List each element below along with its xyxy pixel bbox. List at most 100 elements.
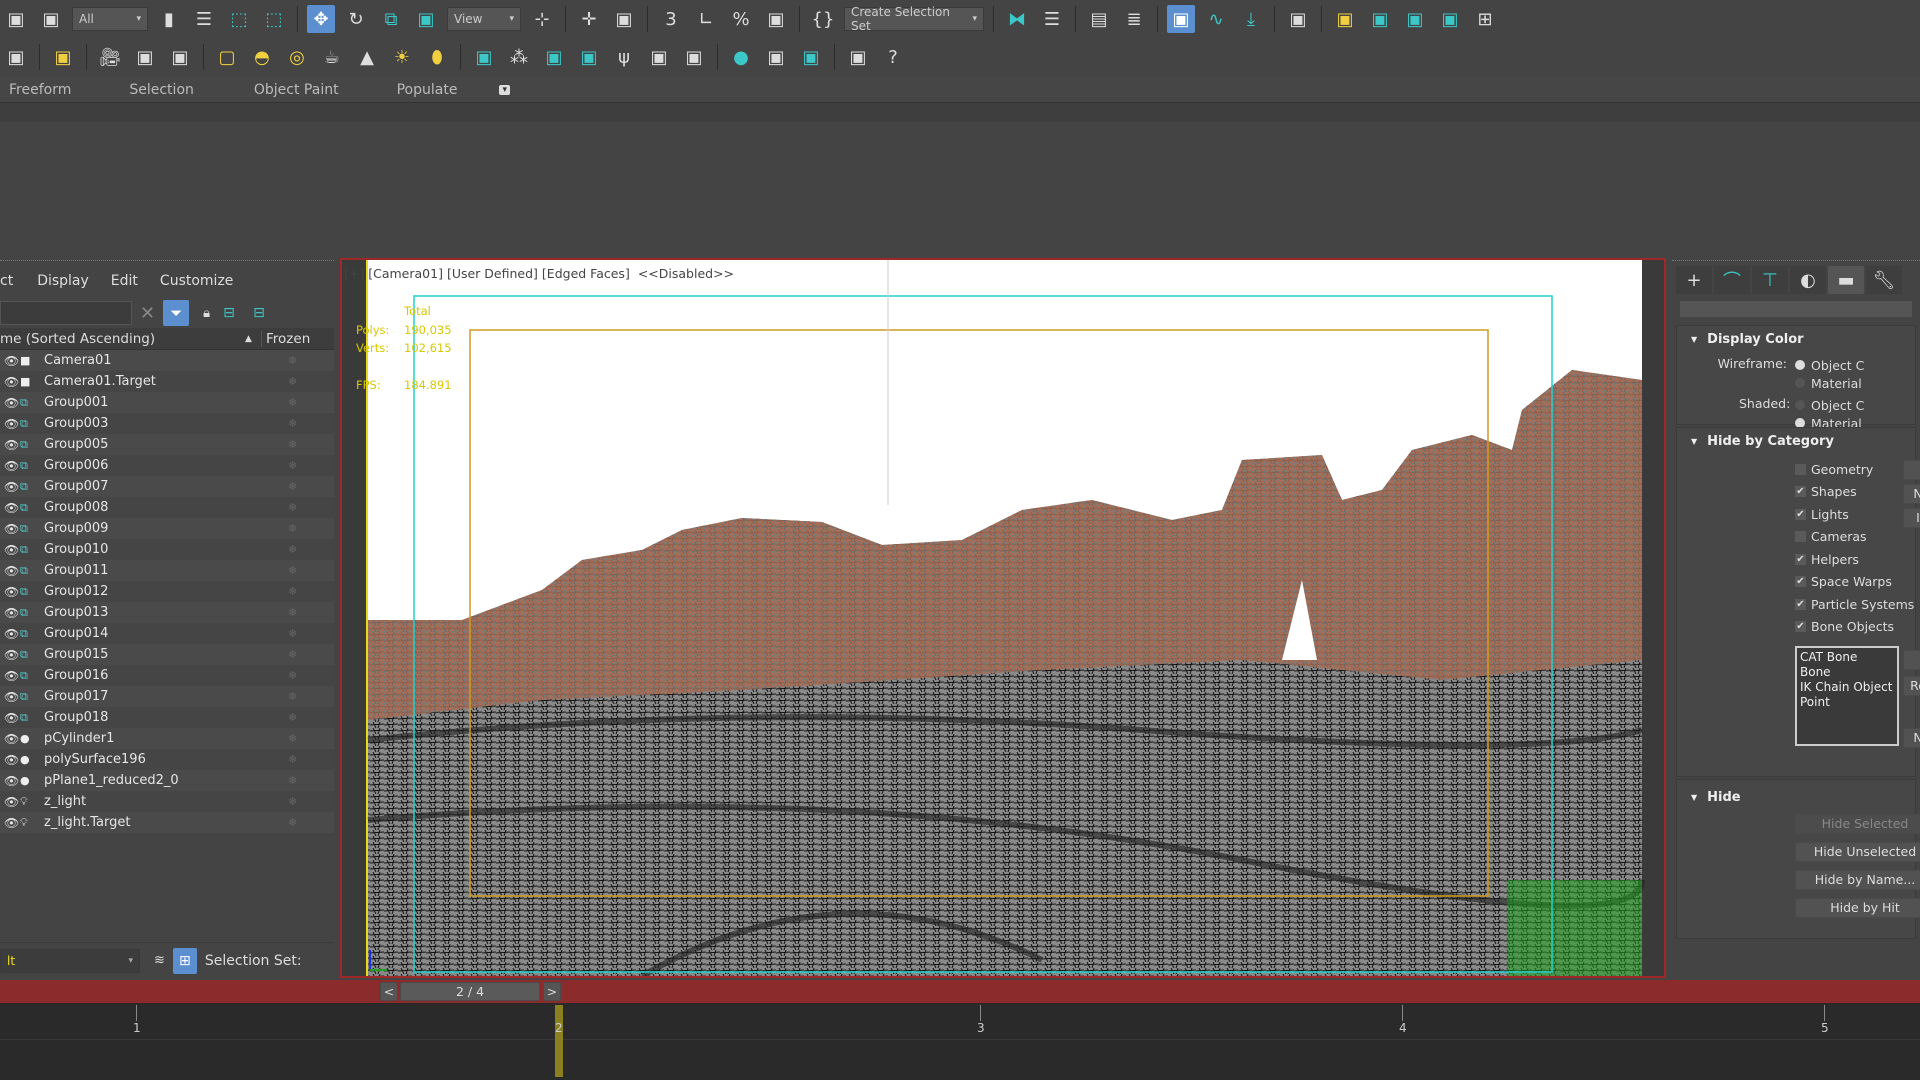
menu-select[interactable]: ct [0,273,13,289]
proxy-icon[interactable]: ▣ [540,43,568,71]
frozen-toggle-icon[interactable]: ❄ [288,417,297,430]
frozen-toggle-icon[interactable]: ❄ [288,690,297,703]
outliner-row[interactable]: 👁︎ ⧉ Group008 ❄ [0,497,334,518]
select-and-rotate-icon[interactable]: ↻ [342,5,370,33]
select-by-name-icon[interactable]: ☰ [190,5,218,33]
snaps-toggle-icon[interactable]: 3 [657,5,685,33]
outliner-row[interactable]: 👁︎ ⧉ Group017 ❄ [0,686,334,707]
category-list-item[interactable]: IK Chain Object [1800,680,1894,695]
ribbon-tab-populate[interactable]: Populate [397,82,458,98]
spinner-snap-icon[interactable]: ▣ [762,5,790,33]
render-setup-icon[interactable]: ▣ [1331,5,1359,33]
checkbox[interactable] [1795,463,1806,475]
list-button[interactable] [1903,650,1920,670]
frozen-toggle-icon[interactable]: ❄ [288,480,297,493]
viewport-disabled-label[interactable]: <<Disabled>> [638,266,734,281]
camera-target-icon[interactable]: ▣ [131,43,159,71]
tab-utilities-icon[interactable]: 🔧︎ [1866,266,1902,294]
outliner-row[interactable]: 👁︎ ■ Camera01.Target ❄ [0,371,334,392]
visibility-eye-icon[interactable]: 👁︎ [0,627,20,641]
camera-icon[interactable]: 🎥︎ [96,43,124,71]
select-object-icon[interactable]: ▮ [155,5,183,33]
frozen-toggle-icon[interactable]: ❄ [288,438,297,451]
object-name-field[interactable] [1680,301,1912,317]
rendered-frame-window-icon[interactable]: ▣ [1366,5,1394,33]
rectangular-selection-icon[interactable]: ⬚ [225,5,253,33]
visibility-eye-icon[interactable]: 👁︎ [0,522,20,536]
list-button[interactable]: Re [1903,676,1920,696]
select-and-scale-icon[interactable]: ⧉ [377,5,405,33]
filter-icon[interactable]: ⏷ [163,300,190,326]
outliner-row[interactable]: 👁︎ ⧉ Group012 ❄ [0,581,334,602]
frozen-toggle-icon[interactable]: ❄ [288,711,297,724]
rollout-title[interactable]: Hide by Category [1707,434,1834,449]
outliner-row[interactable]: 👁︎ ⧉ Group016 ❄ [0,665,334,686]
frozen-toggle-icon[interactable]: ❄ [288,774,297,787]
ribbon-tab-freeform[interactable]: Freeform [9,82,71,98]
visibility-eye-icon[interactable]: 👁︎ [0,375,20,389]
visibility-eye-icon[interactable]: 👁︎ [0,459,20,473]
hide-unselected-button[interactable]: Hide Unselected [1795,842,1920,862]
tab-create-icon[interactable]: + [1676,266,1712,294]
percent-snap-icon[interactable]: % [727,5,755,33]
visibility-eye-icon[interactable]: 👁︎ [0,795,20,809]
reference-coordinate-dropdown[interactable]: View ▾ [447,7,521,31]
layer-explorer-icon[interactable]: ≣ [1120,5,1148,33]
schematic-view-icon[interactable]: ⤓ [1237,5,1265,33]
visibility-eye-icon[interactable]: 👁︎ [0,690,20,704]
hierarchy-collapse-icon[interactable]: ⊟ [248,299,270,327]
visibility-eye-icon[interactable]: 👁︎ [0,774,20,788]
rollout-title[interactable]: Hide [1707,790,1740,805]
frozen-toggle-icon[interactable]: ❄ [288,354,297,367]
menu-customize[interactable]: Customize [160,273,234,289]
visibility-eye-icon[interactable]: 👁︎ [0,732,20,746]
ribbon-tab-object-paint[interactable]: Object Paint [254,82,339,98]
selection-filter-dropdown[interactable]: All ▾ [72,7,148,31]
viewport-edged-faces-menu[interactable]: [Edged Faces] [542,266,630,281]
outliner-row[interactable]: 👁︎ 💡︎ z_light ❄ [0,791,334,812]
help-icon[interactable]: ? [879,43,907,71]
particles-icon[interactable]: ⁂ [505,43,533,71]
checkbox[interactable]: ✔ [1795,576,1806,588]
outliner-row[interactable]: 👁︎ ● polySurface196 ❄ [0,749,334,770]
dome-light-icon[interactable]: ◓ [248,43,276,71]
multiscatter-icon[interactable]: ▣ [575,43,603,71]
light-lister-icon[interactable]: ▣ [49,43,77,71]
visibility-eye-icon[interactable]: 👁︎ [0,816,20,830]
angle-snap-icon[interactable]: ∟ [692,5,720,33]
category-button[interactable]: N [1903,484,1920,504]
hide-selected-button[interactable]: Hide Selected [1795,814,1920,834]
sun-icon[interactable]: ☀ [388,43,416,71]
frozen-toggle-icon[interactable]: ❄ [288,522,297,535]
frozen-toggle-icon[interactable]: ❄ [288,459,297,472]
outliner-row[interactable]: 👁︎ ⧉ Group009 ❄ [0,518,334,539]
hide-by-hit-button[interactable]: Hide by Hit [1795,898,1920,918]
category-button[interactable]: I [1903,508,1920,528]
current-frame-marker[interactable] [555,1005,563,1077]
select-and-place-icon[interactable]: ▣ [412,5,440,33]
rollout-title[interactable]: Display Color [1707,332,1803,347]
checkbox[interactable]: ✔ [1795,598,1806,610]
scene-explorer-icon[interactable]: ▤ [1085,5,1113,33]
material-editor-icon[interactable]: ▣ [1284,5,1312,33]
ribbon-tab-selection[interactable]: Selection [129,82,194,98]
menu-edit[interactable]: Edit [111,273,138,289]
category-checkbox-space-warps[interactable]: ✔ Space Warps [1795,571,1914,594]
hierarchy-view-icon[interactable]: ⊞ [172,947,197,974]
sky-icon[interactable]: ⬮ [423,43,451,71]
select-manipulate-icon[interactable]: ✛ [575,5,603,33]
teapot-icon[interactable]: ☕ [318,43,346,71]
bind-space-warp-icon[interactable]: ▣ [37,5,65,33]
frozen-toggle-icon[interactable]: ❄ [288,564,297,577]
frozen-toggle-icon[interactable]: ❄ [288,375,297,388]
ornatrix-icon[interactable]: ▣ [680,43,708,71]
checkbox[interactable]: ✔ [1795,621,1806,633]
visibility-eye-icon[interactable]: 👁︎ [0,501,20,515]
frozen-column-header[interactable]: Frozen [261,330,310,347]
menu-display[interactable]: Display [37,273,89,289]
visibility-eye-icon[interactable]: 👁︎ [0,438,20,452]
wireframe-object-color-radio[interactable] [1795,360,1805,370]
hierarchy-expand-icon[interactable]: ⊟ [218,299,240,327]
scatter-icon[interactable]: ▣ [470,43,498,71]
outliner-row[interactable]: 👁︎ ⧉ Group018 ❄ [0,707,334,728]
